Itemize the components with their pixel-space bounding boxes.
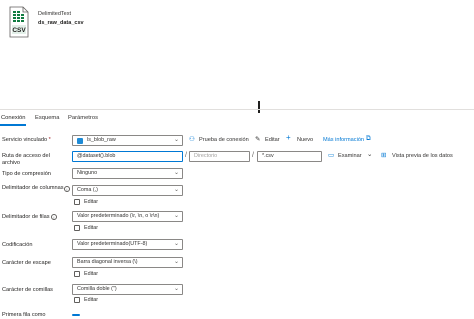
chevron-down-icon: ⌄ <box>173 286 179 292</box>
active-tab-indicator <box>0 124 26 126</box>
encoding-value: Valor predeterminado(UTF-8) <box>77 241 148 247</box>
linked-service-value: ls_blob_raw <box>87 137 116 143</box>
compression-label: Tipo de compresión <box>2 171 51 177</box>
panel-resize-handle[interactable] <box>258 101 260 113</box>
preview-data-button[interactable]: Vista previa de los datos <box>392 153 453 159</box>
browse-button[interactable]: Examinar <box>338 153 362 159</box>
chevron-down-icon[interactable]: ⌄ <box>367 150 372 158</box>
csv-icon-label: CSV <box>12 27 26 34</box>
tab-connection[interactable]: Conexión <box>1 115 26 121</box>
row-delimiter-select[interactable]: Valor predeterminado (\r, \n, o \r\n) ⌄ <box>72 211 183 222</box>
column-delimiter-value: Coma (,) <box>77 187 98 193</box>
path-separator: / <box>252 152 254 159</box>
row-delimiter-edit-checkbox[interactable] <box>74 225 80 231</box>
column-delimiter-edit-label: Editar <box>84 199 99 205</box>
more-info-link[interactable]: Más información <box>323 137 364 143</box>
first-row-header-toggle[interactable] <box>72 314 80 316</box>
directory-input[interactable]: Directorio <box>189 151 250 162</box>
linked-service-select[interactable]: ls_blob_raw ⌄ <box>72 135 183 146</box>
chevron-down-icon: ⌄ <box>173 213 179 219</box>
compression-select[interactable]: Ninguno ⌄ <box>72 168 183 179</box>
dataset-type: DelimitedText <box>38 11 72 17</box>
file-name-input[interactable]: *.csv <box>257 151 322 162</box>
folder-icon[interactable]: ▭ <box>328 151 334 159</box>
chevron-down-icon: ⌄ <box>173 241 179 247</box>
csv-file-icon: CSV <box>9 6 29 38</box>
edit-icon[interactable]: ✎ <box>255 135 260 143</box>
escape-character-edit-checkbox[interactable] <box>74 271 80 277</box>
first-row-header-label: Primera fila como <box>2 312 46 318</box>
chevron-down-icon: ⌄ <box>173 259 179 265</box>
escape-character-label: Carácter de escape <box>2 260 51 266</box>
chevron-down-icon: ⌄ <box>173 187 179 193</box>
path-separator: / <box>185 152 187 159</box>
quote-character-label: Carácter de comillas <box>2 287 53 293</box>
file-path-label: Ruta de acceso del archivo <box>2 153 50 166</box>
row-delimiter-edit-label: Editar <box>84 225 99 231</box>
edit-linked-service-button[interactable]: Editar <box>265 137 280 143</box>
chevron-down-icon: ⌄ <box>173 170 179 176</box>
linked-service-label: Servicio vinculado * <box>2 137 51 143</box>
chevron-down-icon: ⌄ <box>173 137 179 143</box>
escape-character-edit-label: Editar <box>84 271 99 277</box>
column-delimiter-select[interactable]: Coma (,) ⌄ <box>72 185 183 196</box>
encoding-select[interactable]: Valor predeterminado(UTF-8) ⌄ <box>72 239 183 250</box>
test-connection-button[interactable]: Prueba de conexión <box>199 137 249 143</box>
tab-parameters[interactable]: Parámetros <box>68 115 98 121</box>
quote-character-edit-checkbox[interactable] <box>74 297 80 303</box>
test-connection-icon[interactable]: ⚇ <box>189 135 195 143</box>
blob-storage-icon <box>77 138 83 144</box>
info-icon[interactable]: i <box>64 186 70 192</box>
encoding-label: Codificación <box>2 242 33 248</box>
panel-divider <box>0 109 474 110</box>
info-icon[interactable]: i <box>51 214 57 220</box>
quote-character-select[interactable]: Comilla doble (") ⌄ <box>72 284 183 295</box>
add-icon[interactable]: + <box>286 133 291 142</box>
escape-character-value: Barra diagonal inversa (\) <box>77 259 138 265</box>
tab-schema[interactable]: Esquema <box>35 115 60 121</box>
column-delimiter-edit-checkbox[interactable] <box>74 199 80 205</box>
row-delimiter-label: Delimitador de filas <box>2 214 50 220</box>
container-input[interactable]: @dataset().blob <box>72 151 183 162</box>
column-delimiter-label: Delimitador de columnas <box>2 185 64 191</box>
escape-character-select[interactable]: Barra diagonal inversa (\) ⌄ <box>72 257 183 268</box>
compression-value: Ninguno <box>77 170 98 176</box>
quote-character-value: Comilla doble (") <box>77 286 117 292</box>
dataset-name: ds_raw_data_csv <box>38 20 84 26</box>
new-linked-service-button[interactable]: Nuevo <box>297 137 313 143</box>
row-delimiter-value: Valor predeterminado (\r, \n, o \r\n) <box>77 213 160 219</box>
quote-character-edit-label: Editar <box>84 297 99 303</box>
external-link-icon[interactable]: ⧉ <box>366 135 371 143</box>
preview-icon[interactable]: ⊞ <box>381 151 386 159</box>
